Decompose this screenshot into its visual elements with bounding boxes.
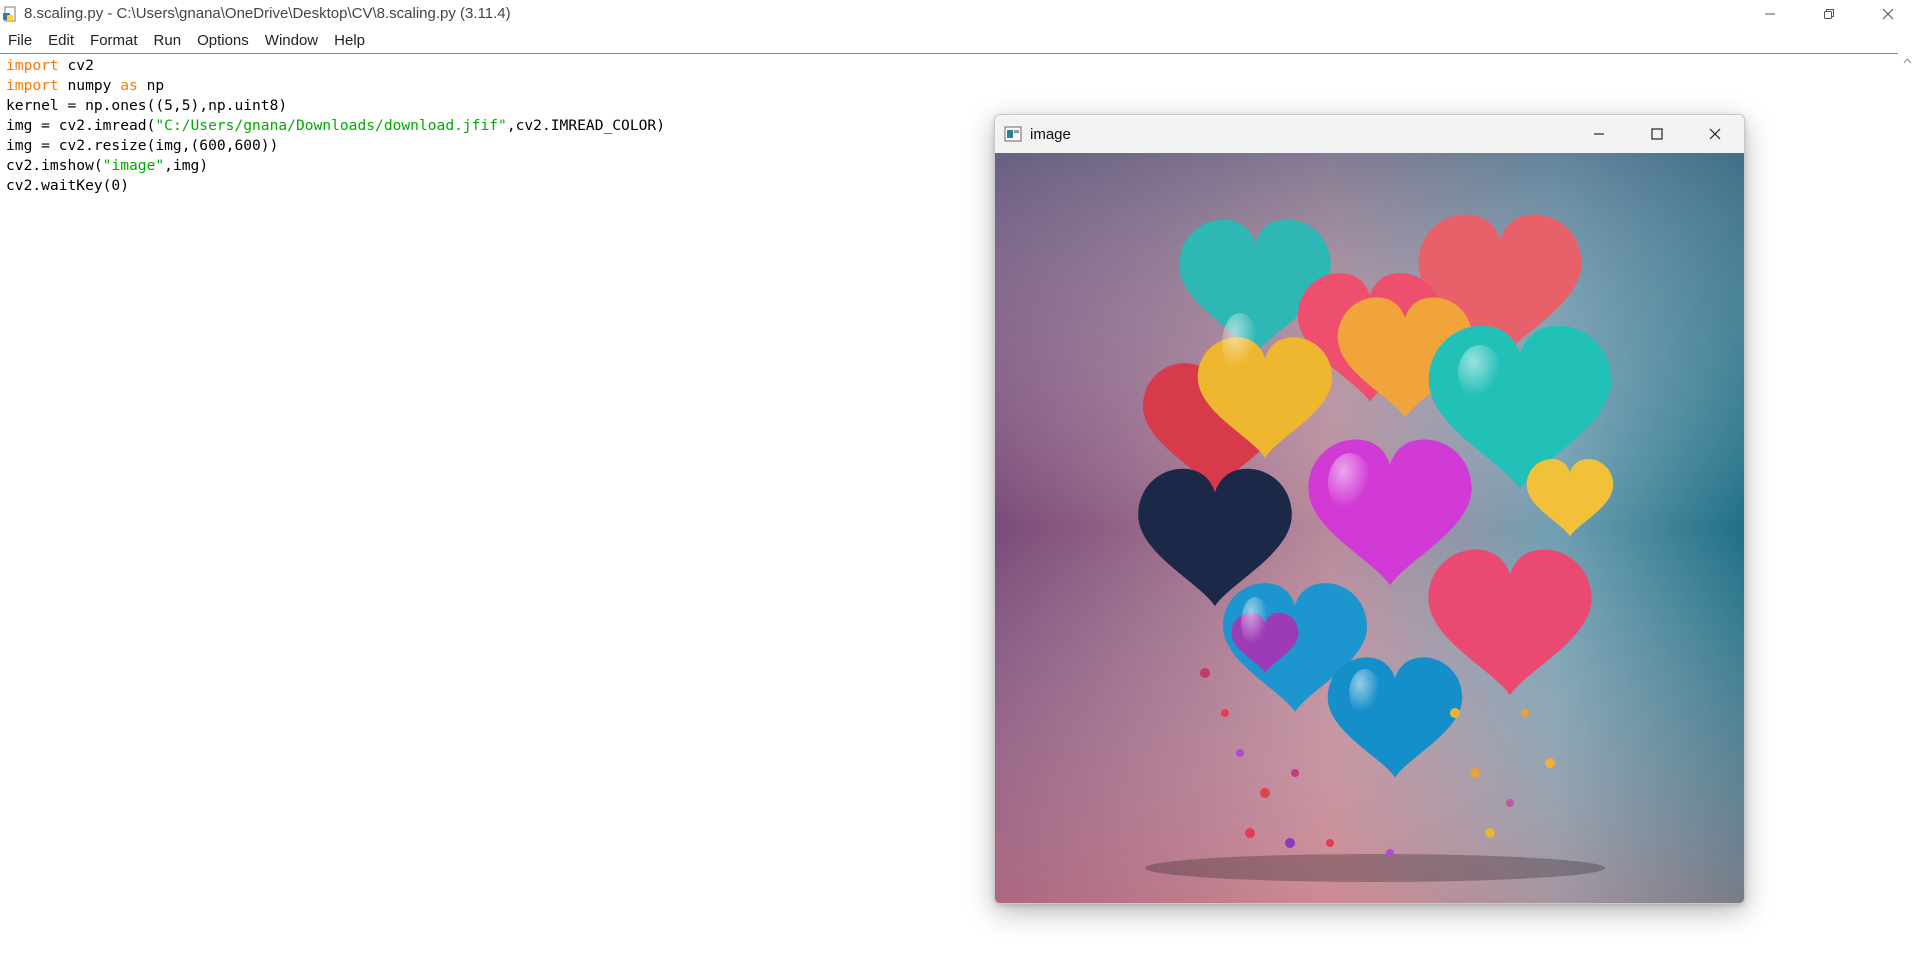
- keyword: import: [6, 57, 59, 74]
- image-window-title-bar[interactable]: image: [995, 115, 1744, 153]
- image-window-title: image: [1030, 125, 1071, 143]
- code-text: img = cv2.imread(: [6, 117, 156, 134]
- menu-format[interactable]: Format: [82, 28, 146, 53]
- code-line-5: img = cv2.resize(img,(600,600)): [6, 137, 279, 154]
- title-bar: 8.scaling.py - C:\Users\gnana\OneDrive\D…: [0, 0, 1917, 27]
- menu-edit[interactable]: Edit: [40, 28, 82, 53]
- minimize-icon: [1594, 133, 1604, 135]
- keyword: import: [6, 77, 59, 94]
- close-icon: [1709, 128, 1721, 140]
- keyword: as: [120, 77, 138, 94]
- minimize-button[interactable]: [1740, 0, 1799, 27]
- menu-help[interactable]: Help: [326, 28, 373, 53]
- vertical-scrollbar[interactable]: [1898, 53, 1917, 957]
- menu-window[interactable]: Window: [257, 28, 326, 53]
- code-line-3: kernel = np.ones((5,5),np.uint8): [6, 97, 288, 114]
- heart-balloons-image: [995, 153, 1744, 903]
- string-literal: "image": [102, 157, 165, 174]
- image-window-controls: [1570, 115, 1744, 153]
- window-controls: [1740, 0, 1917, 27]
- displayed-image: [995, 153, 1744, 903]
- code-text: cv2.imshow(: [6, 157, 103, 174]
- image-maximize-button[interactable]: [1628, 115, 1686, 153]
- code-line-7: cv2.waitKey(0): [6, 177, 130, 194]
- menu-bar: File Edit Format Run Options Window Help: [0, 28, 1917, 53]
- string-literal: "C:/Users/gnana/Downloads/download.jfif": [155, 117, 507, 134]
- source-code[interactable]: import cv2 import numpy as np kernel = np.…: [6, 56, 665, 196]
- scroll-up-arrow-icon[interactable]: [1898, 53, 1917, 69]
- maximize-icon: [1651, 128, 1663, 140]
- minimize-icon: [1764, 13, 1775, 14]
- code-text: np: [137, 77, 165, 94]
- code-text: ,img): [164, 157, 209, 174]
- opencv-window-icon: [1004, 126, 1022, 142]
- menu-options[interactable]: Options: [189, 28, 257, 53]
- python-file-icon: [2, 6, 18, 22]
- window-title: 8.scaling.py - C:\Users\gnana\OneDrive\D…: [24, 5, 511, 22]
- code-line-4: img = cv2.imread("C:/Users/gnana/Downloa…: [6, 116, 665, 136]
- image-minimize-button[interactable]: [1570, 115, 1628, 153]
- code-text: ,cv2.IMREAD_COLOR): [506, 117, 665, 134]
- code-text: numpy: [58, 77, 121, 94]
- code-line-1: import cv2: [6, 56, 665, 76]
- restore-button[interactable]: [1799, 0, 1858, 27]
- menu-run[interactable]: Run: [146, 28, 190, 53]
- restore-icon: [1823, 8, 1834, 19]
- image-close-button[interactable]: [1686, 115, 1744, 153]
- menu-file[interactable]: File: [0, 28, 40, 53]
- image-window[interactable]: image: [994, 114, 1745, 904]
- code-line-6: cv2.imshow("image",img): [6, 156, 665, 176]
- code-text: cv2: [58, 57, 94, 74]
- close-icon: [1882, 8, 1893, 19]
- close-button[interactable]: [1858, 0, 1917, 27]
- code-line-2: import numpy as np: [6, 76, 665, 96]
